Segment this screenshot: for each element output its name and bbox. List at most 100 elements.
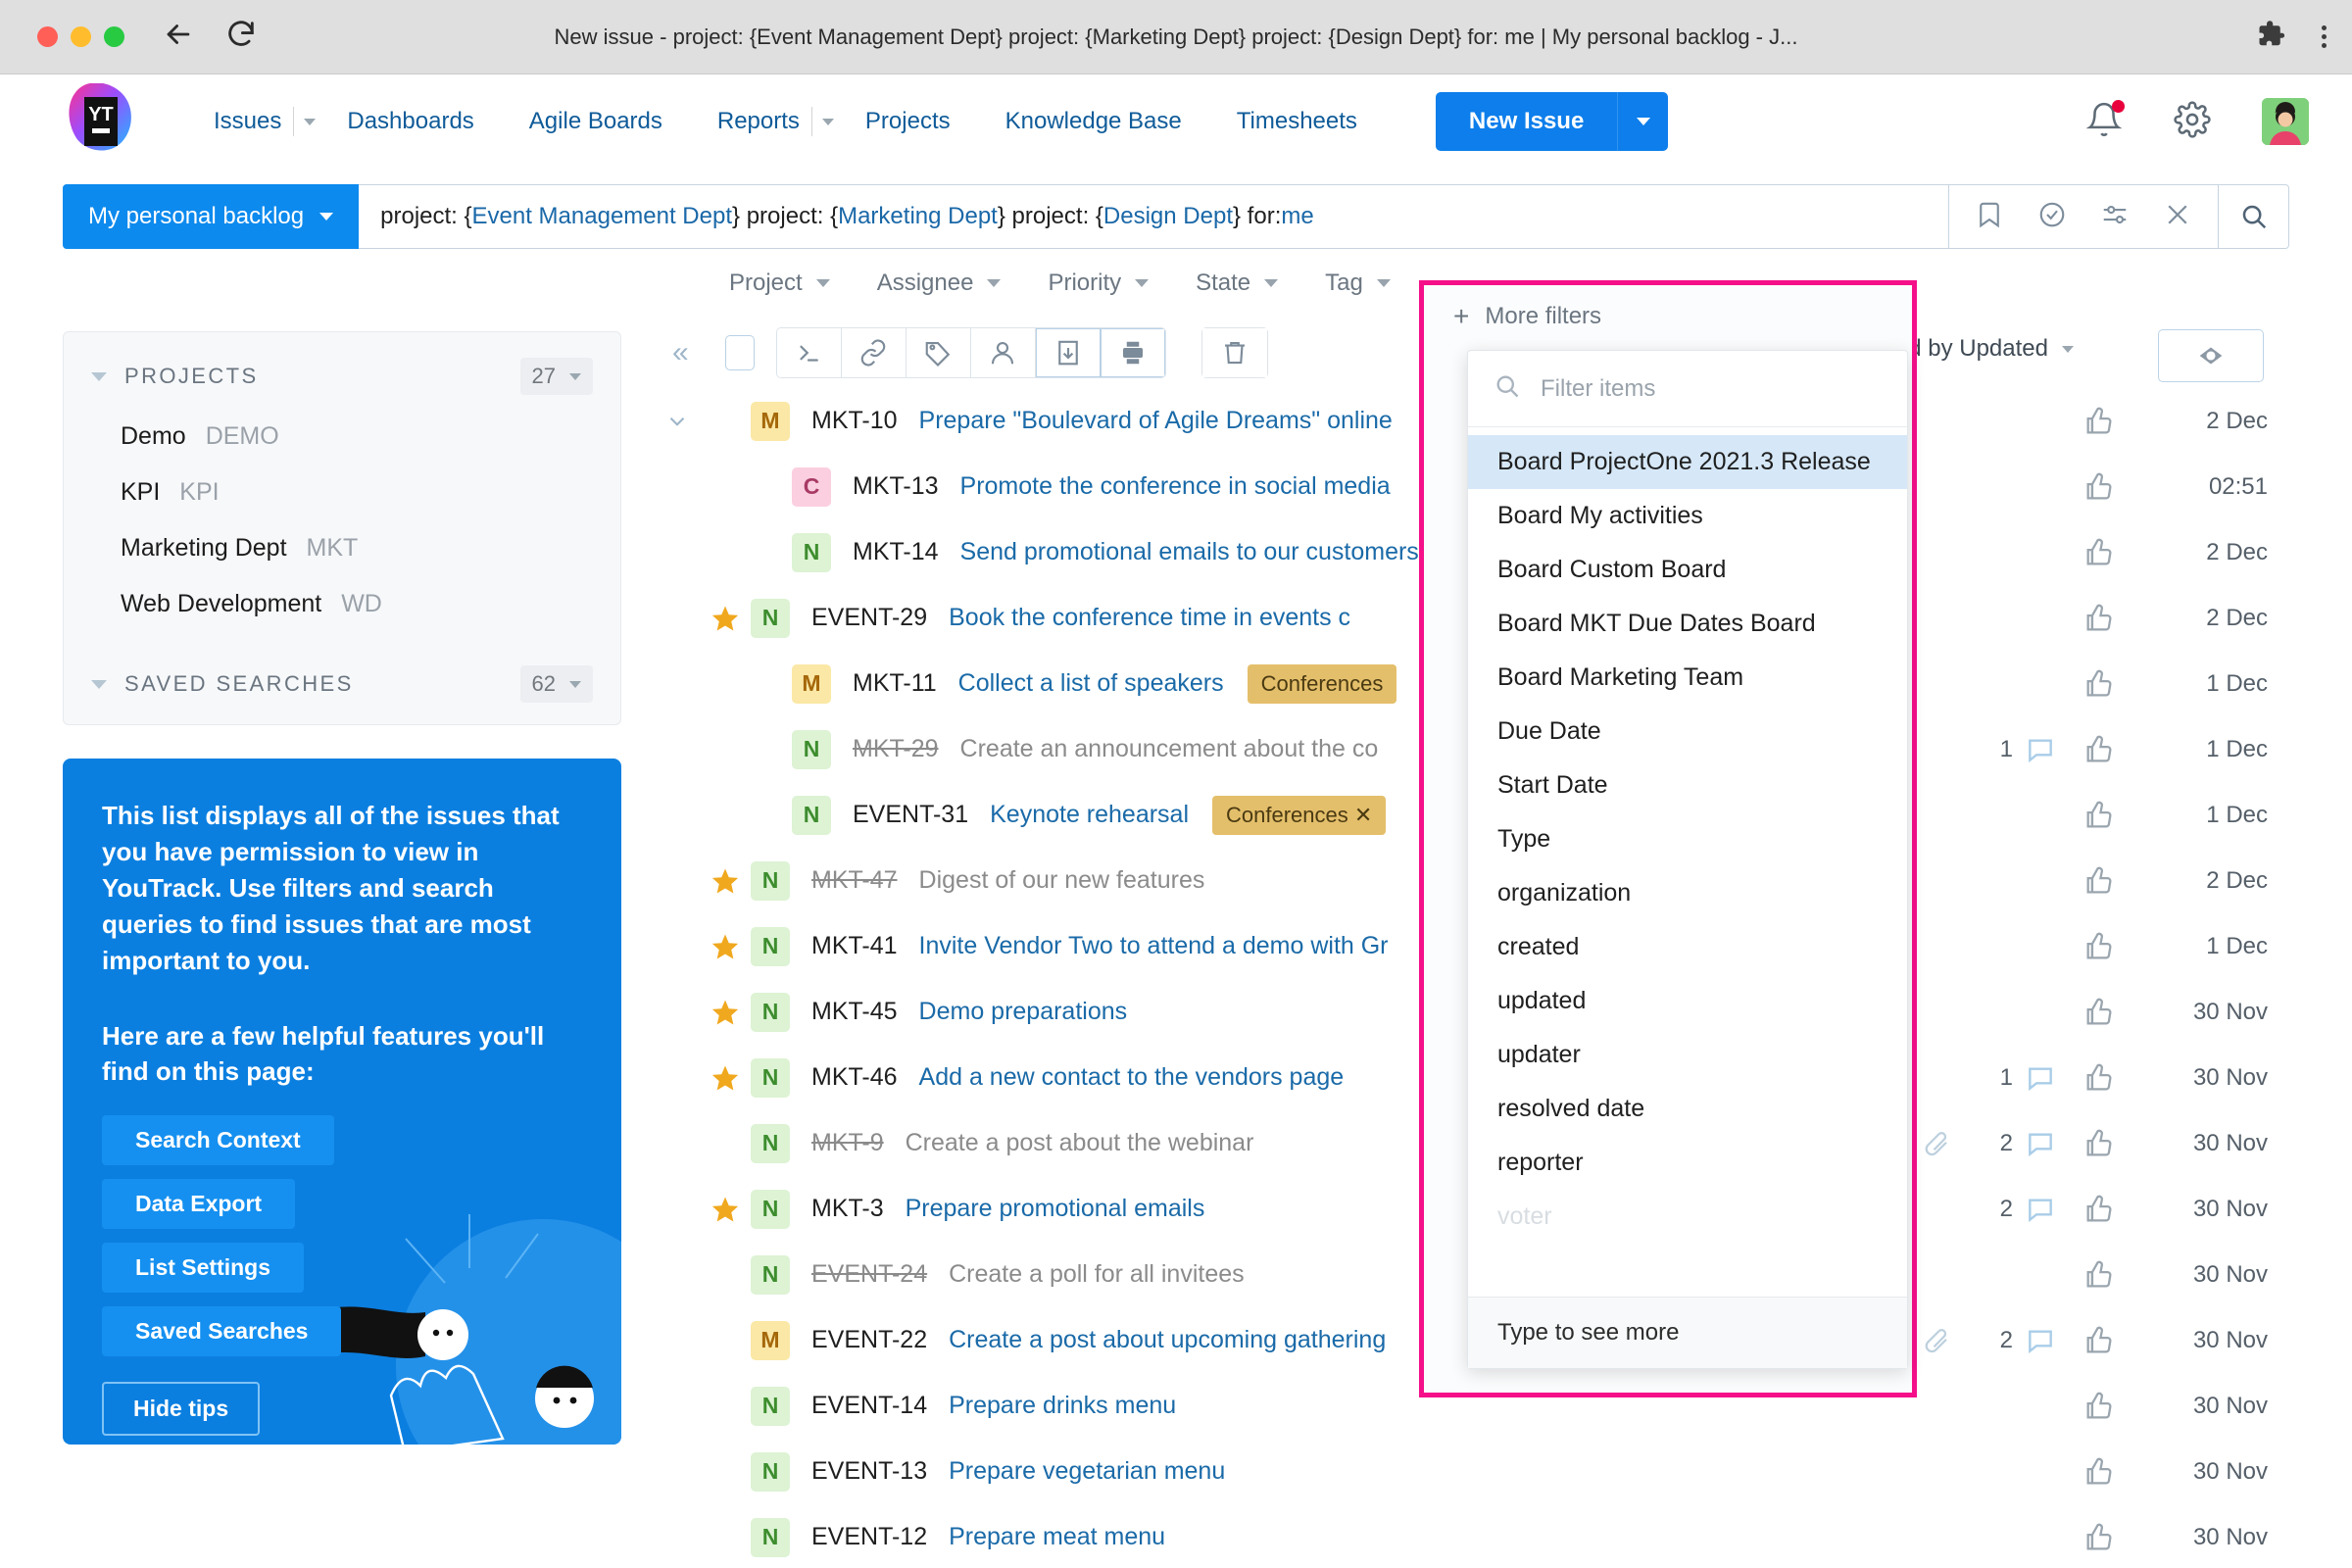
star-icon[interactable] [700, 1195, 751, 1224]
search-query-input[interactable]: project: {Event Management Dept} project… [359, 184, 1949, 249]
print-icon[interactable] [1100, 328, 1165, 377]
vote-thumbs-up-icon[interactable] [2056, 1258, 2142, 1292]
command-prompt-icon[interactable] [776, 328, 842, 377]
more-filters-item[interactable]: Board ProjectOne 2021.3 Release [1468, 435, 1907, 489]
issue-row[interactable]: N EVENT-13 Prepare vegetarian menu 30 Nov [645, 1439, 2289, 1504]
star-icon[interactable] [700, 866, 751, 896]
issue-id[interactable]: MKT-47 [811, 866, 898, 895]
issue-id[interactable]: MKT-11 [853, 669, 937, 698]
issue-id[interactable]: EVENT-12 [811, 1523, 927, 1551]
youtrack-logo[interactable]: YT [63, 82, 139, 160]
issue-id[interactable]: EVENT-22 [811, 1326, 927, 1354]
more-filters-button[interactable]: + More filters [1424, 285, 1912, 344]
filter-chip-priority[interactable]: Priority [1024, 270, 1172, 297]
more-filters-item[interactable]: Start Date [1468, 759, 1907, 812]
nav-item-projects[interactable]: Projects [838, 108, 978, 135]
eye-icon[interactable] [2158, 329, 2264, 382]
saved-searches-count-box[interactable]: 62 [519, 665, 593, 703]
vote-thumbs-up-icon[interactable] [2056, 1390, 2142, 1423]
nav-item-reports[interactable]: Reports [690, 108, 827, 135]
star-icon[interactable] [700, 604, 751, 633]
vote-thumbs-up-icon[interactable] [2056, 996, 2142, 1029]
more-filters-item[interactable]: Board Custom Board [1468, 543, 1907, 597]
nav-item-agile-boards[interactable]: Agile Boards [502, 108, 690, 135]
issue-id[interactable]: MKT-13 [853, 472, 939, 501]
kebab-menu-icon[interactable] [2322, 25, 2327, 48]
issue-tag-chip[interactable]: Conferences ✕ [1212, 795, 1387, 835]
issue-summary-link[interactable]: Prepare vegetarian menu [949, 1457, 1225, 1486]
vote-thumbs-up-icon[interactable] [2056, 1127, 2142, 1160]
reload-icon[interactable] [224, 18, 258, 56]
more-filters-item[interactable]: reporter [1468, 1136, 1907, 1190]
star-icon[interactable] [700, 998, 751, 1027]
star-icon[interactable] [700, 932, 751, 961]
sidebar-section-projects[interactable]: PROJECTS 27 [91, 358, 593, 395]
issue-id[interactable]: MKT-45 [811, 998, 898, 1026]
vote-thumbs-up-icon[interactable] [2056, 1455, 2142, 1489]
issue-summary-link[interactable]: Add a new contact to the vendors page [919, 1063, 1345, 1092]
more-filters-item[interactable]: Type [1468, 812, 1907, 866]
link-icon[interactable] [841, 328, 906, 377]
tip-button-data-export[interactable]: Data Export [102, 1179, 296, 1230]
vote-thumbs-up-icon[interactable] [2056, 536, 2142, 569]
more-filters-item[interactable]: created [1468, 920, 1907, 974]
vote-thumbs-up-icon[interactable] [2056, 930, 2142, 963]
bookmark-icon[interactable] [1975, 200, 2004, 234]
issue-row[interactable]: N EVENT-12 Prepare meat menu 30 Nov [645, 1504, 2289, 1568]
issue-summary-link[interactable]: Keynote rehearsal [990, 801, 1189, 829]
select-all-checkbox[interactable] [724, 335, 755, 370]
vote-thumbs-up-icon[interactable] [2056, 799, 2142, 832]
issue-tag-chip[interactable]: Conferences [1247, 663, 1397, 704]
puzzle-icon[interactable] [2257, 20, 2286, 54]
vote-thumbs-up-icon[interactable] [2056, 470, 2142, 504]
saved-search-selector[interactable]: My personal backlog [63, 184, 360, 249]
tip-button-saved-searches[interactable]: Saved Searches [102, 1306, 342, 1357]
nav-item-timesheets[interactable]: Timesheets [1209, 108, 1385, 135]
issue-id[interactable]: MKT-46 [811, 1063, 898, 1092]
vote-thumbs-up-icon[interactable] [2056, 405, 2142, 438]
issue-summary-link[interactable]: Create a poll for all invitees [949, 1260, 1245, 1289]
filter-chip-assignee[interactable]: Assignee [854, 270, 1025, 297]
tag-icon[interactable] [906, 328, 971, 377]
maximize-window-button[interactable] [104, 26, 124, 47]
issue-id[interactable]: EVENT-29 [811, 604, 927, 632]
more-filters-item[interactable]: Board MKT Due Dates Board [1468, 597, 1907, 651]
hide-tips-button[interactable]: Hide tips [102, 1382, 261, 1437]
check-circle-icon[interactable] [2037, 200, 2067, 234]
collapse-left-icon[interactable]: « [655, 336, 704, 369]
issue-summary-link[interactable]: Create an announcement about the co [960, 735, 1379, 763]
issue-summary-link[interactable]: Collect a list of speakers [958, 669, 1224, 698]
search-submit-button[interactable] [2219, 184, 2289, 249]
issue-summary-link[interactable]: Promote the conference in social media [960, 472, 1391, 501]
minimize-window-button[interactable] [71, 26, 91, 47]
nav-issues-caret-icon[interactable] [293, 107, 319, 136]
issue-summary-link[interactable]: Prepare meat menu [949, 1523, 1165, 1551]
more-filters-item[interactable]: updated [1468, 974, 1907, 1028]
issue-id[interactable]: MKT-9 [811, 1129, 884, 1157]
more-filters-item[interactable]: updater [1468, 1028, 1907, 1082]
sidebar-item-marketing-dept[interactable]: Marketing Dept MKT [91, 520, 593, 576]
issue-summary-link[interactable]: Create a post about upcoming gathering [949, 1326, 1386, 1354]
issue-summary-link[interactable]: Book the conference time in events c [949, 604, 1350, 632]
filter-items-input[interactable] [1541, 374, 1882, 403]
issue-summary-link[interactable]: Prepare drinks menu [949, 1392, 1176, 1420]
nav-item-dashboards[interactable]: Dashboards [319, 108, 501, 135]
vote-thumbs-up-icon[interactable] [2056, 1193, 2142, 1226]
filter-items-search[interactable] [1468, 351, 1907, 427]
vote-thumbs-up-icon[interactable] [2056, 1521, 2142, 1554]
vote-thumbs-up-icon[interactable] [2056, 667, 2142, 701]
sidebar-item-kpi[interactable]: KPI KPI [91, 465, 593, 520]
expand-chevron-icon[interactable] [655, 409, 700, 434]
issue-summary-link[interactable]: Digest of our new features [919, 866, 1205, 895]
more-filters-item[interactable]: Due Date [1468, 705, 1907, 759]
user-avatar[interactable] [2262, 98, 2309, 145]
filter-chip-tag[interactable]: Tag [1301, 270, 1414, 297]
vote-thumbs-up-icon[interactable] [2056, 864, 2142, 898]
tip-button-list-settings[interactable]: List Settings [102, 1243, 305, 1294]
more-filters-item[interactable]: Board Marketing Team [1468, 651, 1907, 705]
issue-id[interactable]: EVENT-13 [811, 1457, 927, 1486]
vote-thumbs-up-icon[interactable] [2056, 602, 2142, 635]
issue-summary-link[interactable]: Invite Vendor Two to attend a demo with … [919, 932, 1389, 960]
issue-id[interactable]: EVENT-24 [811, 1260, 927, 1289]
new-issue-dropdown-button[interactable] [1617, 92, 1669, 151]
